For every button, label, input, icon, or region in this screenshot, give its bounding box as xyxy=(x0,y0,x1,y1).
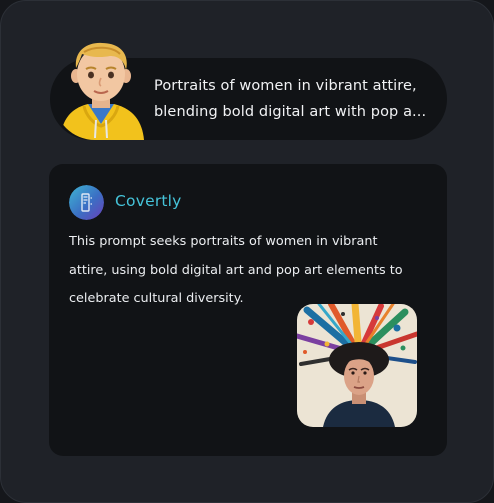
covertly-logo-icon xyxy=(69,185,104,220)
assistant-response-panel: Covertly This prompt seeks portraits of … xyxy=(49,164,447,456)
user-prompt-bubble: Portraits of women in vibrant attire, bl… xyxy=(50,42,447,140)
user-prompt-text: Portraits of women in vibrant attire, bl… xyxy=(154,78,427,120)
user-avatar xyxy=(54,42,148,140)
user-avatar-icon xyxy=(60,42,144,140)
brand-name: Covertly xyxy=(115,192,182,210)
generated-portrait-thumbnail[interactable] xyxy=(297,304,417,427)
response-text: This prompt seeks portraits of women in … xyxy=(69,234,403,306)
chat-card: Portraits of women in vibrant attire, bl… xyxy=(0,0,494,503)
